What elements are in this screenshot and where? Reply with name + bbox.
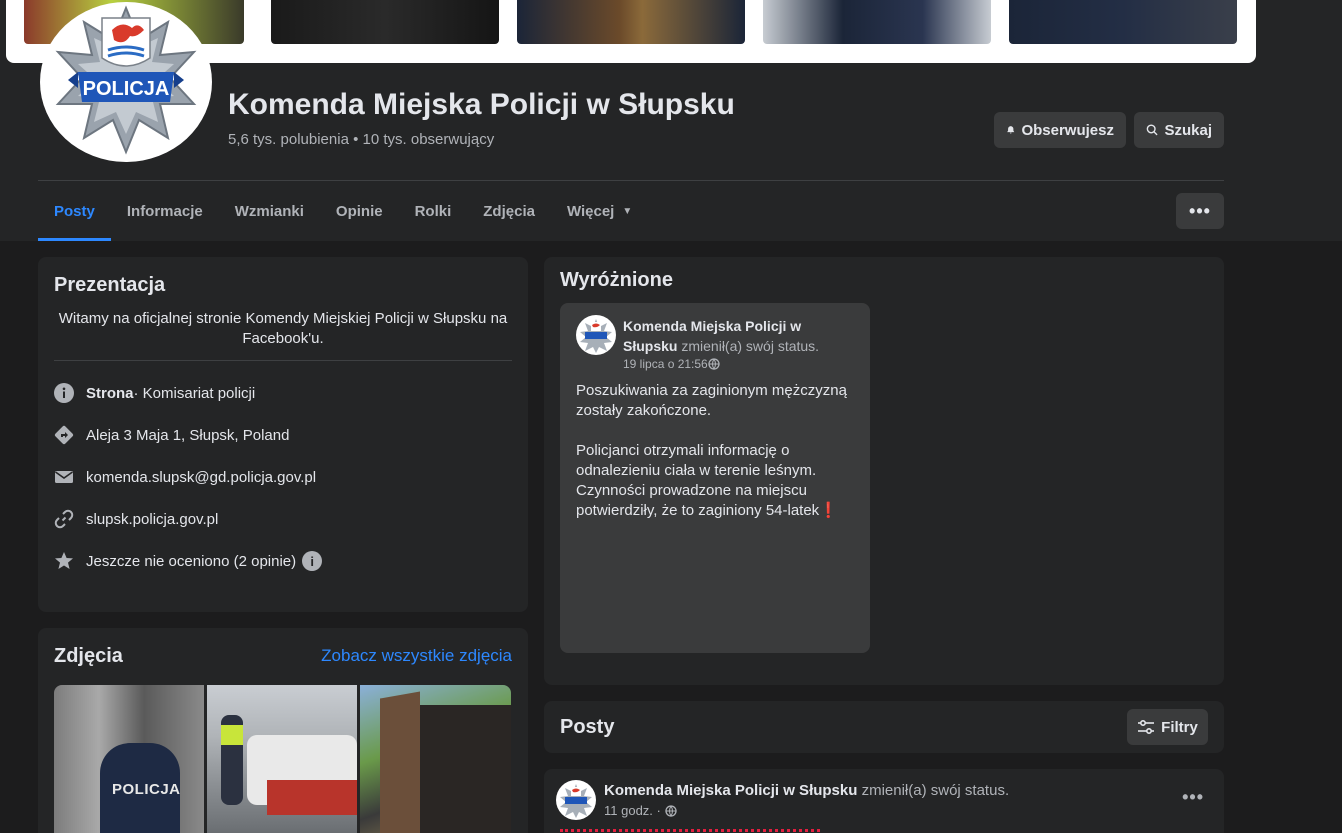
photo-thumbnail[interactable]: POLICJA <box>54 685 204 833</box>
photo-thumbnail[interactable] <box>207 685 357 833</box>
category-prefix: Strona <box>86 384 134 402</box>
tab-label: Rolki <box>414 202 452 220</box>
ellipsis-icon: ••• <box>1189 200 1211 221</box>
tab-label: Opinie <box>335 202 383 220</box>
photos-title: Zdjęcia <box>54 645 123 667</box>
logo-text: POLICJA <box>83 78 170 100</box>
post-card: Komenda Miejska Policji w Słupsku zmieni… <box>544 769 1224 833</box>
info-rating: Jeszcze nie oceniono (2 opinie) i <box>54 549 323 573</box>
featured-post-time[interactable]: 19 lipca o 21:56 <box>623 357 720 371</box>
caret-down-icon: ▼ <box>622 205 633 217</box>
cover-photo-5[interactable] <box>1009 0 1237 44</box>
featured-title: Wyróżnione <box>560 269 673 291</box>
ellipsis-icon: ••• <box>1182 787 1204 807</box>
post-header: Komenda Miejska Policji w Słupsku zmieni… <box>604 782 1009 799</box>
website-link: slupsk.policja.gov.pl <box>86 510 219 528</box>
bell-icon <box>1007 126 1015 134</box>
photo-thumbnail[interactable] <box>360 685 511 833</box>
intro-divider <box>54 360 512 361</box>
info-category: Strona · Komisariat policji <box>54 381 255 405</box>
filters-button[interactable]: Filtry <box>1127 709 1208 745</box>
photo-tow-truck <box>267 780 357 815</box>
category-text: · Komisariat policji <box>133 384 256 402</box>
post-author-avatar[interactable] <box>556 780 596 820</box>
posts-title: Posty <box>560 716 615 738</box>
cover-photo-4[interactable] <box>763 0 991 44</box>
post-time-text: 11 godz. · <box>604 803 661 818</box>
following-label: Obserwujesz <box>1021 121 1114 139</box>
filters-label: Filtry <box>1161 718 1198 736</box>
info-icon <box>54 383 74 403</box>
photo-police-text: POLICJA <box>112 781 181 798</box>
page-title: Komenda Miejska Policji w Słupsku <box>228 88 735 121</box>
tab-wzmianki[interactable]: Wzmianki <box>219 181 320 241</box>
post-alert-decoration <box>560 829 820 833</box>
info-website[interactable]: slupsk.policja.gov.pl <box>54 507 218 531</box>
post-author-link[interactable]: Komenda Miejska Policji w Słupsku <box>604 782 857 799</box>
photo-car-interior <box>420 705 511 833</box>
intro-description: Witamy na oficjalnej stronie Komendy Mie… <box>58 310 508 347</box>
tab-rolki[interactable]: Rolki <box>399 181 468 241</box>
post-time[interactable]: 11 godz. · <box>604 803 677 818</box>
page-tabs: Posty Informacje Wzmianki Opinie Rolki Z… <box>38 181 648 241</box>
page-stats[interactable]: 5,6 tys. polubienia • 10 tys. obserwując… <box>228 131 494 148</box>
directions-icon <box>54 425 74 445</box>
featured-post[interactable]: Komenda Miejska Policji w Słupsku zmieni… <box>560 303 870 653</box>
tab-label: Więcej <box>566 202 615 220</box>
globe-icon <box>665 804 677 817</box>
info-address[interactable]: Aleja 3 Maja 1, Słupsk, Poland <box>54 423 289 447</box>
posts-header: Posty Filtry <box>544 701 1224 753</box>
link-icon <box>54 509 74 529</box>
search-label: Szukaj <box>1164 121 1212 139</box>
photo-vest <box>221 725 243 745</box>
cover-photo-3[interactable] <box>517 0 745 44</box>
tab-label: Wzmianki <box>234 202 304 220</box>
featured-paragraph-2: Policjanci otrzymali informację o odnale… <box>576 441 856 521</box>
tab-label: Informacje <box>126 202 203 220</box>
featured-card: Wyróżnione Komenda Miejska Policji w Słu… <box>544 257 1224 685</box>
featured-post-header: Komenda Miejska Policji w Słupsku zmieni… <box>623 316 853 356</box>
featured-paragraph-1: Poszukiwania za zaginionym mężczyzną zos… <box>576 382 847 419</box>
intro-card: Prezentacja Witamy na oficjalnej stronie… <box>38 257 528 612</box>
photos-card: Zdjęcia Zobacz wszystkie zdjęcia POLICJA <box>38 628 528 833</box>
email-link: komenda.slupsk@gd.policja.gov.pl <box>86 468 317 486</box>
info-email[interactable]: komenda.slupsk@gd.policja.gov.pl <box>54 465 316 489</box>
post-options-button[interactable]: ••• <box>1182 787 1204 808</box>
following-button[interactable]: Obserwujesz <box>994 112 1126 148</box>
tab-wiecej[interactable]: Więcej ▼ <box>551 181 648 241</box>
rating-text: Jeszcze nie oceniono (2 opinie) <box>86 552 297 570</box>
sliders-icon <box>1138 719 1155 735</box>
tab-zdjecia[interactable]: Zdjęcia <box>467 181 551 241</box>
cover-photo-2[interactable] <box>271 0 499 44</box>
tab-label: Posty <box>54 202 95 220</box>
envelope-icon <box>55 471 73 483</box>
globe-icon <box>708 358 720 370</box>
rating-info-icon[interactable]: i <box>302 551 323 571</box>
tab-opinie[interactable]: Opinie <box>320 181 399 241</box>
search-icon <box>1146 124 1158 136</box>
photo-car-door <box>380 691 420 833</box>
post-action: zmienił(a) swój status. <box>857 782 1010 799</box>
tab-posty[interactable]: Posty <box>38 181 111 241</box>
star-icon <box>55 552 73 569</box>
featured-paragraph-2-text: Policjanci otrzymali informację o odnale… <box>576 442 820 519</box>
featured-post-body: Poszukiwania za zaginionym mężczyzną zos… <box>576 381 856 541</box>
address-text: Aleja 3 Maja 1, Słupsk, Poland <box>86 426 290 444</box>
search-button[interactable]: Szukaj <box>1134 112 1224 148</box>
exclamation-icon: ❗ <box>819 502 838 519</box>
featured-action: zmienił(a) swój status. <box>677 338 820 354</box>
profile-avatar[interactable]: POLICJA <box>38 0 214 164</box>
tab-informacje[interactable]: Informacje <box>111 181 219 241</box>
featured-time-text: 19 lipca o 21:56 <box>623 357 708 371</box>
tab-label: Zdjęcia <box>483 202 535 220</box>
see-all-photos-link[interactable]: Zobacz wszystkie zdjęcia <box>321 646 512 666</box>
post-author-avatar[interactable] <box>576 315 616 355</box>
intro-title: Prezentacja <box>54 274 166 296</box>
more-options-button[interactable]: ••• <box>1176 193 1224 229</box>
